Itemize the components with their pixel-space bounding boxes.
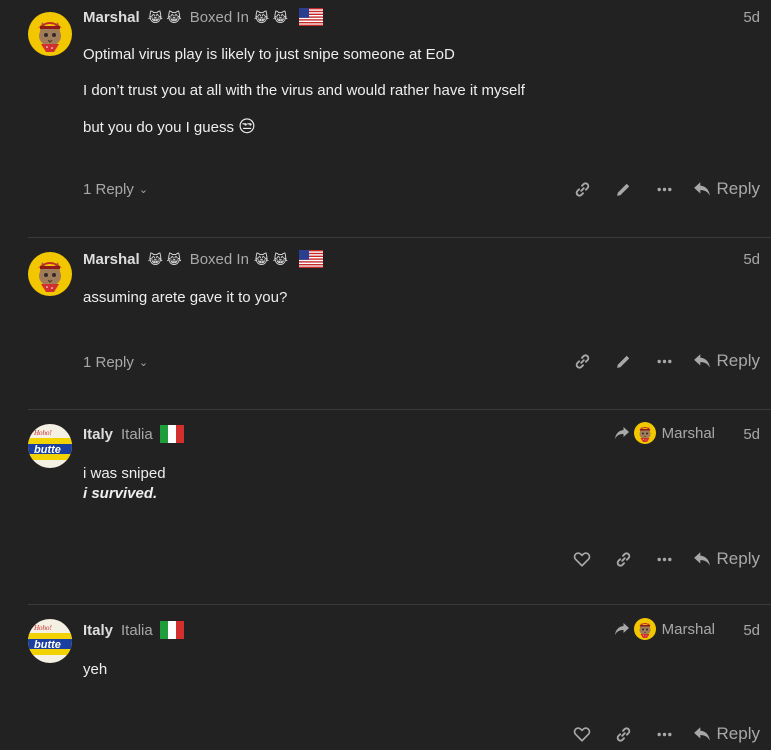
link-icon[interactable] [562,174,603,204]
post-names: Marshal 😹 😹 Boxed In 😹 😹 [83,7,323,27]
username[interactable]: Italy [83,426,113,443]
post: Italy Italia Marshal 5d yeh Reply [0,605,771,750]
post-paragraph: assuming arete gave it to you? [83,289,288,306]
reply-button[interactable]: Reply [693,724,760,744]
post: Marshal 😹 😹 Boxed In 😹 😹 5d Optimal viru… [0,0,771,237]
reply-arrow-icon [693,725,711,743]
reply-button[interactable]: Reply [693,351,760,371]
italy-flag-icon [160,425,184,443]
laughing-cat-icon: 😹 😹 [147,9,182,25]
avatar[interactable] [28,619,72,663]
post-body: assuming arete gave it to you? [83,288,287,324]
post-actions: Reply [562,544,760,574]
chevron-down-icon: ⌄ [138,357,149,369]
more-dots-icon[interactable] [644,174,685,204]
post-body: Optimal virus play is likely to just sni… [83,45,525,154]
reply-button[interactable]: Reply [693,179,760,199]
more-dots-icon[interactable] [644,719,685,749]
reply-arrow-icon [693,352,711,370]
reply-label: Reply [716,179,760,198]
laughing-cat-icon: 😹 😹 [147,251,182,267]
post-paragraph: I don’t trust you at all with the virus … [83,82,525,99]
link-icon[interactable] [603,719,644,749]
avatar[interactable] [28,252,72,296]
post-italic-text: i survived. [83,485,158,502]
reply-to-arrow-icon [614,425,630,441]
post-paragraph: but you do you I guess 😒 [83,117,525,138]
pencil-icon[interactable] [603,346,644,376]
post-paragraph: Optimal virus play is likely to just sni… [83,46,455,63]
reply-to-username: Marshal [661,424,715,442]
laughing-cat-icon: 😹 😹 [253,251,288,267]
username[interactable]: Italy [83,622,113,639]
replies-label: 1 Reply [83,181,134,198]
reply-to-avatar [634,422,656,444]
username[interactable]: Marshal [83,251,140,268]
post-actions: Reply [562,346,760,376]
link-icon[interactable] [562,346,603,376]
post-names: Italy Italia [83,424,184,444]
post: Italy Italia Marshal 5d i was sniped i s… [0,410,771,604]
post-date[interactable]: 5d [743,9,760,26]
reply-label: Reply [716,549,760,568]
post-names: Marshal 😹 😹 Boxed In 😹 😹 [83,249,323,269]
reply-arrow-icon [693,550,711,568]
us-flag-icon [299,8,323,26]
username[interactable]: Marshal [83,9,140,26]
post-date[interactable]: 5d [743,426,760,443]
reply-to-tab[interactable]: Marshal [614,618,715,640]
italy-flag-icon [160,621,184,639]
post-actions: Reply [562,719,760,749]
more-dots-icon[interactable] [644,346,685,376]
reply-to-arrow-icon [614,621,630,637]
reply-label: Reply [716,724,760,743]
pencil-icon[interactable] [603,174,644,204]
avatar[interactable] [28,424,72,468]
reply-arrow-icon [693,180,711,198]
reply-to-avatar [634,618,656,640]
post: Marshal 😹 😹 Boxed In 😹 😹 5d assuming are… [0,238,771,409]
heart-icon[interactable] [562,544,603,574]
replies-label: 1 Reply [83,354,134,371]
post-body: yeh [83,660,107,696]
reply-button[interactable]: Reply [693,549,760,569]
reply-to-tab[interactable]: Marshal [614,422,715,444]
user-title: Italia [121,621,153,639]
post-paragraph: i survived. [83,484,166,504]
user-title: Boxed In [189,250,249,268]
post-paragraph: i was sniped [83,465,166,482]
post-actions: Reply [562,174,760,204]
post-paragraph: yeh [83,661,108,678]
reply-label: Reply [716,351,760,370]
unamused-emoji-icon: 😒 [238,117,256,136]
chevron-down-icon: ⌄ [138,184,149,196]
laughing-cat-icon: 😹 😹 [253,9,288,25]
more-dots-icon[interactable] [644,544,685,574]
show-replies-button[interactable]: 1 Reply ⌄ [83,181,148,198]
us-flag-icon [299,250,323,268]
post-names: Italy Italia [83,620,184,640]
link-icon[interactable] [603,544,644,574]
post-date[interactable]: 5d [743,622,760,639]
post-body: i was sniped i survived. [83,464,166,504]
user-title: Italia [121,425,153,443]
show-replies-button[interactable]: 1 Reply ⌄ [83,354,148,371]
avatar[interactable] [28,12,72,56]
post-paragraph-text: but you do you I guess [83,119,234,136]
heart-icon[interactable] [562,719,603,749]
reply-to-username: Marshal [661,620,715,638]
post-date[interactable]: 5d [743,251,760,268]
user-title: Boxed In [189,8,249,26]
